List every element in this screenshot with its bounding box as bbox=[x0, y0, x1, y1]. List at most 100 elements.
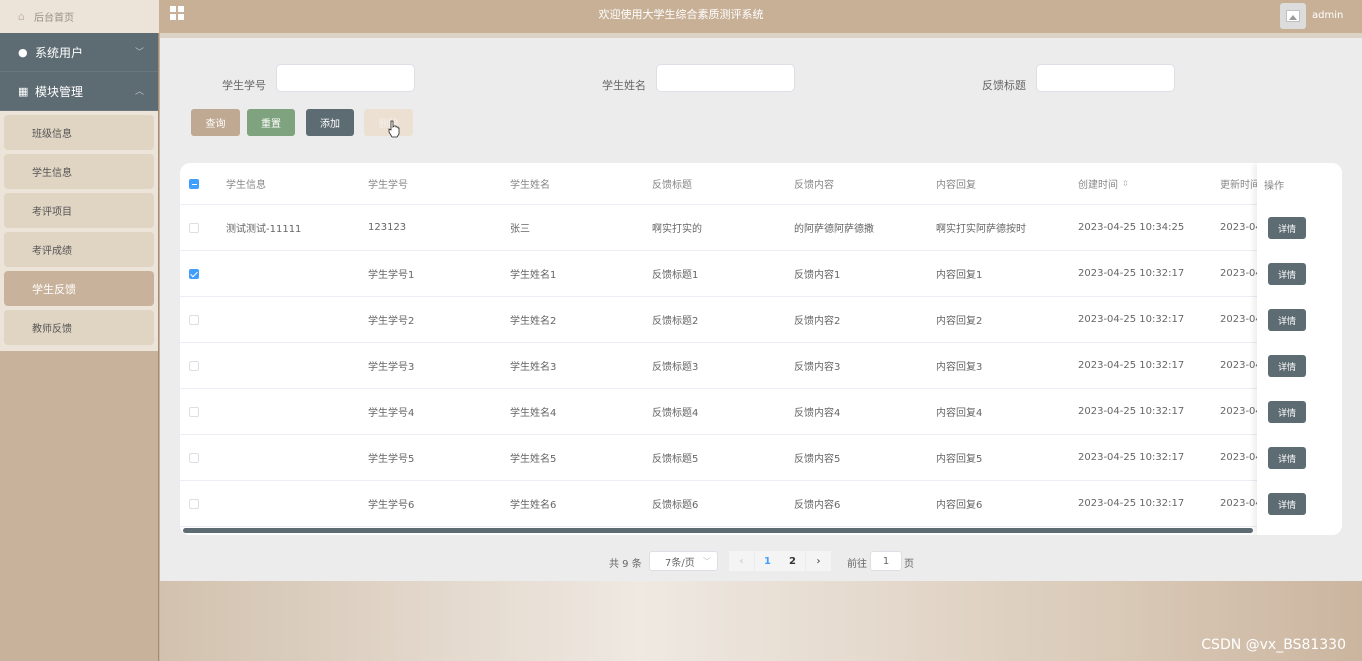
cell-feedback-title: 啊实打实的 bbox=[652, 224, 702, 235]
sidebar-item-label: 考评项目 bbox=[32, 207, 72, 218]
table-row[interactable]: 测试测试-11111 123123 张三 啊实打实的 的阿萨德阿萨德撒 啊实打实阿萨德按时… bbox=[180, 205, 1342, 251]
user-name[interactable]: admin bbox=[1312, 10, 1343, 21]
hand-cursor-icon bbox=[388, 120, 400, 138]
sidebar-item-label: 教师反馈 bbox=[32, 324, 72, 335]
sidebar-item-student-info[interactable]: 学生信息 bbox=[4, 154, 154, 189]
image-icon bbox=[1286, 10, 1300, 22]
sidebar-item-student-feedback[interactable]: 学生反馈 bbox=[4, 271, 154, 306]
cell-updated-time: 2023-04 bbox=[1220, 452, 1258, 463]
home-link[interactable]: ⌂ 后台首页 bbox=[0, 0, 159, 33]
header-student-no: 学生学号 bbox=[368, 180, 408, 191]
chevron-up-icon: ︿ bbox=[134, 87, 144, 97]
cell-reply: 内容回复6 bbox=[936, 500, 983, 511]
cell-student-name: 学生姓名2 bbox=[510, 316, 557, 327]
cell-feedback-title: 反馈标题5 bbox=[652, 454, 699, 465]
goto-page-input[interactable]: 1 bbox=[870, 551, 902, 571]
sidebar-group-label: 系统用户 bbox=[35, 45, 84, 60]
query-button[interactable]: 查询 bbox=[191, 109, 240, 136]
cell-student-info bbox=[226, 389, 356, 434]
select-all-checkbox[interactable] bbox=[189, 178, 199, 189]
table-row[interactable]: 学生学号5 学生姓名5 反馈标题5 反馈内容5 内容回复5 2023-04-25 10:3… bbox=[180, 435, 1342, 481]
row-checkbox[interactable] bbox=[189, 498, 199, 509]
page-1-button[interactable]: 1 bbox=[755, 551, 780, 571]
sidebar-group-system-users[interactable]: ● 系统用户 ﹀ bbox=[0, 33, 158, 72]
page-2-button[interactable]: 2 bbox=[780, 551, 805, 571]
cell-created-time: 2023-04-25 10:32:17 bbox=[1078, 314, 1185, 325]
detail-button[interactable]: 详情 bbox=[1268, 493, 1306, 515]
cell-student-no: 学生学号2 bbox=[368, 316, 415, 327]
row-checkbox[interactable] bbox=[189, 452, 199, 463]
cell-student-name: 学生姓名6 bbox=[510, 500, 557, 511]
sidebar-group-module-management[interactable]: ▦ 模块管理 ︿ bbox=[0, 72, 158, 111]
cell-created-time: 2023-04-25 10:32:17 bbox=[1078, 360, 1185, 371]
table-row[interactable]: 学生学号4 学生姓名4 反馈标题4 反馈内容4 内容回复4 2023-04-25 10:3… bbox=[180, 389, 1342, 435]
cell-feedback-content: 反馈内容6 bbox=[794, 500, 841, 511]
grid-icon: ▦ bbox=[18, 84, 29, 98]
cell-student-no: 学生学号5 bbox=[368, 454, 415, 465]
pagination: 共 9 条 7条/页 ﹀ ‹ 1 2 › 前往 1 页 bbox=[160, 551, 1362, 571]
detail-button[interactable]: 详情 bbox=[1268, 263, 1306, 285]
cell-updated-time: 2023-04 bbox=[1220, 314, 1258, 325]
cell-feedback-content: 反馈内容3 bbox=[794, 362, 841, 373]
sidebar-item-label: 学生反馈 bbox=[32, 282, 76, 296]
cell-created-time: 2023-04-25 10:32:17 bbox=[1078, 452, 1185, 463]
sidebar-item-label: 班级信息 bbox=[32, 129, 72, 140]
goto-unit: 页 bbox=[904, 559, 914, 570]
next-page-button[interactable]: › bbox=[806, 551, 831, 571]
menu-toggle-icon[interactable] bbox=[170, 6, 185, 21]
table-row[interactable]: 学生学号6 学生姓名6 反馈标题6 反馈内容6 内容回复6 2023-04-25 10:3… bbox=[180, 481, 1342, 527]
detail-button[interactable]: 详情 bbox=[1268, 447, 1306, 469]
cell-reply: 内容回复3 bbox=[936, 362, 983, 373]
sidebar-item-evaluation-items[interactable]: 考评项目 bbox=[4, 193, 154, 228]
avatar[interactable] bbox=[1280, 3, 1306, 29]
detail-button[interactable]: 详情 bbox=[1268, 355, 1306, 377]
detail-button[interactable]: 详情 bbox=[1268, 401, 1306, 423]
detail-button[interactable]: 详情 bbox=[1268, 309, 1306, 331]
prev-page-button[interactable]: ‹ bbox=[729, 551, 754, 571]
header-created-time[interactable]: 创建时间 ⇳ bbox=[1078, 163, 1208, 204]
cell-student-info bbox=[226, 481, 356, 526]
chevron-down-icon: ﹀ bbox=[134, 48, 144, 58]
detail-button[interactable]: 详情 bbox=[1268, 217, 1306, 239]
horizontal-scrollbar[interactable] bbox=[183, 528, 1253, 533]
cell-created-time: 2023-04-25 10:32:17 bbox=[1078, 406, 1185, 417]
page-size-select[interactable]: 7条/页 ﹀ bbox=[649, 551, 718, 571]
row-checkbox[interactable] bbox=[189, 360, 199, 371]
cell-reply: 内容回复5 bbox=[936, 454, 983, 465]
cell-student-no: 学生学号1 bbox=[368, 270, 415, 281]
student-no-input[interactable] bbox=[276, 64, 415, 92]
row-checkbox[interactable] bbox=[189, 268, 199, 279]
sidebar-item-teacher-feedback[interactable]: 教师反馈 bbox=[4, 310, 154, 345]
sidebar: ● 系统用户 ﹀ ▦ 模块管理 ︿ 班级信息 学生信息 考评项目 考评成绩 学生… bbox=[0, 33, 159, 661]
cell-feedback-title: 反馈标题4 bbox=[652, 408, 699, 419]
header-student-info: 学生信息 bbox=[226, 180, 266, 191]
table-row[interactable]: 学生学号2 学生姓名2 反馈标题2 反馈内容2 内容回复2 2023-04-25 10:3… bbox=[180, 297, 1342, 343]
cell-updated-time: 2023-04 bbox=[1220, 222, 1258, 233]
feedback-title-input[interactable] bbox=[1036, 64, 1175, 92]
home-label: 后台首页 bbox=[34, 13, 74, 24]
sidebar-item-class-info[interactable]: 班级信息 bbox=[4, 115, 154, 150]
cell-student-no: 学生学号3 bbox=[368, 362, 415, 373]
table-row[interactable]: 学生学号3 学生姓名3 反馈标题3 反馈内容3 内容回复3 2023-04-25 10:3… bbox=[180, 343, 1342, 389]
add-button[interactable]: 添加 bbox=[306, 109, 354, 136]
sidebar-submenu: 班级信息 学生信息 考评项目 考评成绩 学生反馈 教师反馈 bbox=[0, 111, 158, 351]
sidebar-item-evaluation-scores[interactable]: 考评成绩 bbox=[4, 232, 154, 267]
cell-student-no: 学生学号6 bbox=[368, 500, 415, 511]
cell-student-info: 测试测试-11111 bbox=[226, 224, 302, 235]
cell-updated-time: 2023-04 bbox=[1220, 268, 1258, 279]
cell-student-name: 学生姓名3 bbox=[510, 362, 557, 373]
header-feedback-content: 反馈内容 bbox=[794, 180, 834, 191]
cell-feedback-content: 反馈内容1 bbox=[794, 270, 841, 281]
cell-student-info bbox=[226, 343, 356, 388]
cell-feedback-title: 反馈标题1 bbox=[652, 270, 699, 281]
table-row[interactable]: 学生学号1 学生姓名1 反馈标题1 反馈内容1 内容回复1 2023-04-25 10:3… bbox=[180, 251, 1342, 297]
cell-feedback-content: 反馈内容4 bbox=[794, 408, 841, 419]
sort-icon[interactable]: ⇳ bbox=[1122, 179, 1129, 188]
row-checkbox[interactable] bbox=[189, 314, 199, 325]
cell-reply: 内容回复2 bbox=[936, 316, 983, 327]
row-checkbox[interactable] bbox=[189, 222, 199, 233]
student-name-input[interactable] bbox=[656, 64, 795, 92]
reset-button[interactable]: 重置 bbox=[247, 109, 295, 136]
header-feedback-title: 反馈标题 bbox=[652, 180, 692, 191]
row-checkbox[interactable] bbox=[189, 406, 199, 417]
